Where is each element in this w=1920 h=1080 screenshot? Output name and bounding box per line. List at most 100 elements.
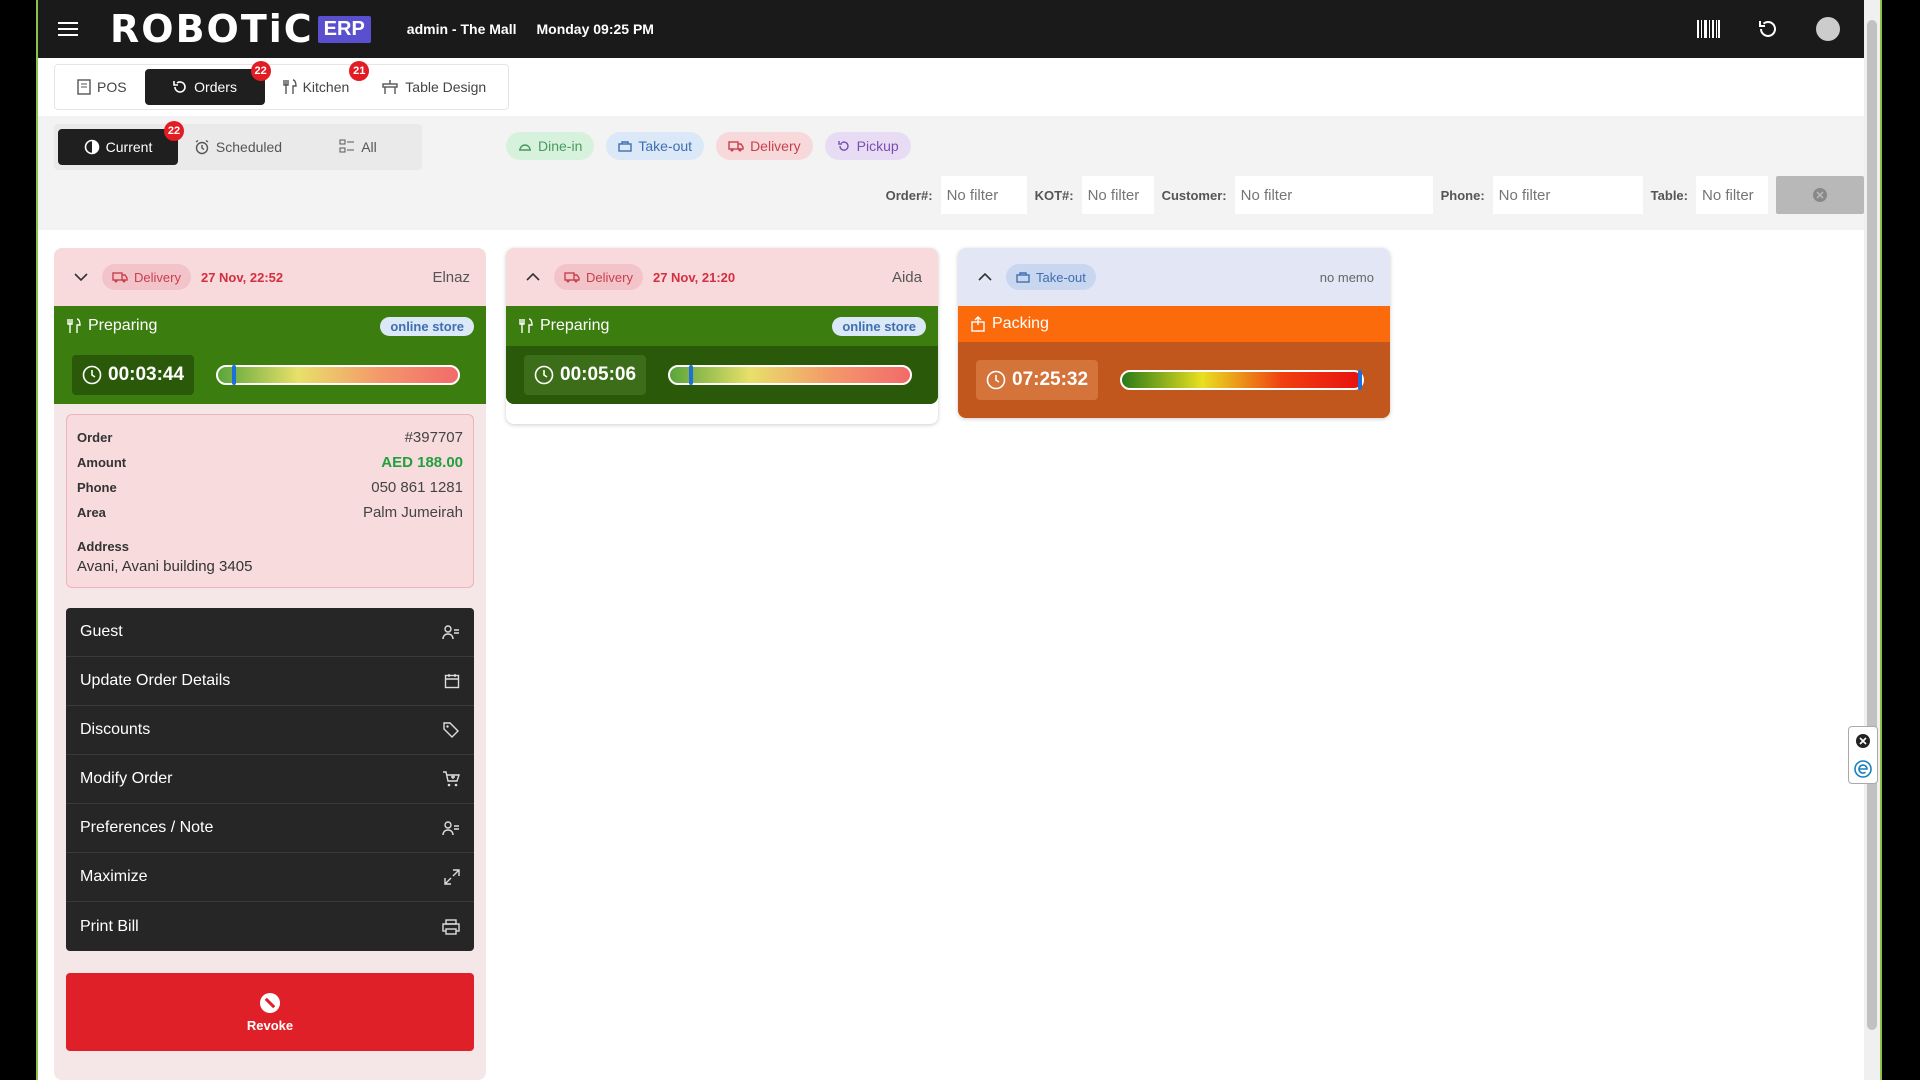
modify-order-button[interactable]: Modify Order [66, 755, 474, 804]
cart-plus-icon [443, 771, 460, 787]
phone-filter-input[interactable] [1492, 176, 1643, 214]
chevron-up-icon[interactable] [974, 266, 996, 288]
clear-icon [1813, 188, 1827, 202]
amount-label: Amount [77, 455, 127, 470]
order-type-label: Delivery [586, 269, 633, 285]
filter-delivery[interactable]: Delivery [716, 132, 813, 160]
list-icon [339, 139, 355, 153]
source-badge: online store [380, 316, 474, 336]
tab-scheduled[interactable]: Scheduled [178, 129, 298, 165]
pill-label: Take-out [638, 138, 693, 154]
amount-value: AED 188.00 [381, 454, 463, 471]
timer-row: 00:05:06 [506, 346, 938, 404]
filter-bar: Current 22 Scheduled All Dine-in Take-ou… [38, 116, 1880, 230]
order-type-label: Take-out [1036, 269, 1086, 285]
logo-badge: ERP [317, 15, 371, 43]
detail-row: Order #397707 [77, 425, 463, 450]
phone-label: Phone [77, 480, 117, 495]
search-filters: Order#: KOT#: Customer: Phone: Table: [886, 176, 1864, 214]
pill-label: Delivery [750, 138, 801, 154]
order-card-header: Delivery 27 Nov, 21:20 Aida [506, 248, 938, 306]
order-card: Delivery 27 Nov, 21:20 Aida Preparing on… [506, 248, 938, 424]
customer-name: Elnaz [432, 268, 470, 286]
barcode-icon[interactable] [1696, 17, 1720, 41]
print-bill-button[interactable]: Print Bill [66, 902, 474, 951]
elapsed-timer: 00:03:44 [72, 355, 195, 395]
filter-pickup[interactable]: Pickup [824, 132, 911, 160]
filter-dine-in[interactable]: Dine-in [506, 132, 595, 160]
tab-pos[interactable]: POS [63, 69, 141, 105]
detail-row: Phone 050 861 1281 [77, 475, 463, 500]
status-label: Packing [992, 315, 1049, 332]
phone-value: 050 861 1281 [371, 479, 463, 496]
tab-current[interactable]: Current 22 [58, 121, 184, 165]
kitchen-icon [282, 79, 297, 94]
tab-table-design[interactable]: Table Design [367, 69, 500, 105]
chevron-up-icon[interactable] [522, 266, 544, 288]
main-nav: POS Orders 22 Kitchen 21 Table Design [54, 61, 510, 110]
table-filter-input[interactable] [1696, 176, 1768, 214]
edge-icon[interactable] [1854, 759, 1872, 778]
kitchen-count-badge: 21 [349, 61, 370, 81]
order-card: Delivery 27 Nov, 22:52 Elnaz Preparing o… [54, 248, 486, 1080]
discounts-button[interactable]: Discounts [66, 706, 474, 755]
tab-orders[interactable]: Orders 22 [144, 61, 271, 105]
revoke-button[interactable]: Revoke [66, 973, 474, 1051]
kitchen-icon [67, 318, 81, 333]
detail-row: Amount AED 188.00 [77, 450, 463, 475]
scrollbar-thumb[interactable] [1867, 20, 1877, 1030]
order-time: 27 Nov, 21:20 [652, 269, 736, 285]
status-bar: Packing [958, 306, 1390, 342]
order-card: Take-out no memo Packing 07:25:32 [958, 248, 1390, 418]
tab-kitchen[interactable]: Kitchen 21 [269, 61, 370, 105]
view-tabs: Current 22 Scheduled All [54, 121, 422, 170]
pill-label: Dine-in [538, 138, 583, 154]
order-number: #397707 [404, 429, 463, 446]
order-memo: no memo [1319, 269, 1374, 285]
order-actions-menu: Guest Update Order Details Discounts Mod… [66, 608, 474, 951]
refresh-icon[interactable] [1756, 17, 1780, 41]
action-label: Modify Order [80, 770, 173, 787]
tab-label: POS [97, 79, 127, 95]
progress-marker [688, 365, 693, 385]
action-label: Preferences / Note [80, 819, 214, 836]
printer-icon [442, 918, 460, 935]
user-avatar[interactable] [1816, 17, 1840, 41]
floating-widget [1848, 726, 1878, 784]
filter-take-out[interactable]: Take-out [606, 132, 705, 160]
order-type-chip: Delivery [554, 264, 643, 290]
hamburger-menu-icon[interactable] [38, 0, 98, 58]
tab-all[interactable]: All [298, 129, 418, 165]
order-filter-input[interactable] [940, 176, 1027, 214]
update-order-details-button[interactable]: Update Order Details [66, 657, 474, 706]
top-bar: ROBOTiC ERP admin - The Mall Monday 09:2… [38, 0, 1880, 58]
kot-filter-input[interactable] [1081, 176, 1154, 214]
guest-button[interactable]: Guest [66, 608, 474, 657]
guest-icon [442, 625, 459, 640]
maximize-button[interactable]: Maximize [66, 853, 474, 902]
clear-filters-button[interactable] [1776, 176, 1864, 214]
status-bar: Preparing online store [506, 306, 938, 346]
app-window: ROBOTiC ERP admin - The Mall Monday 09:2… [36, 0, 1882, 1080]
chevron-down-icon[interactable] [70, 266, 92, 288]
page-scrollbar[interactable] [1864, 0, 1880, 1080]
dine-in-icon [519, 144, 531, 151]
pos-icon [77, 79, 91, 95]
time-progress-bar [1120, 370, 1365, 390]
alarm-clock-icon [195, 139, 209, 155]
time-progress-bar [668, 365, 913, 385]
elapsed-timer: 00:05:06 [524, 355, 647, 395]
preferences-note-button[interactable]: Preferences / Note [66, 804, 474, 853]
timer-row: 00:03:44 [54, 346, 486, 404]
order-type-chip: Take-out [1006, 264, 1096, 290]
close-icon[interactable] [1855, 733, 1871, 749]
customer-filter-input[interactable] [1234, 176, 1433, 214]
tag-icon [443, 722, 459, 738]
status-section: Preparing online store 00:03:44 [54, 306, 486, 404]
action-label: Discounts [80, 721, 151, 738]
tab-label: Table Design [405, 79, 487, 95]
tab-label: Orders [194, 79, 237, 95]
user-info: admin - The Mall [406, 21, 517, 37]
order-type-label: Delivery [134, 269, 181, 285]
timer-value: 00:05:06 [560, 364, 637, 385]
